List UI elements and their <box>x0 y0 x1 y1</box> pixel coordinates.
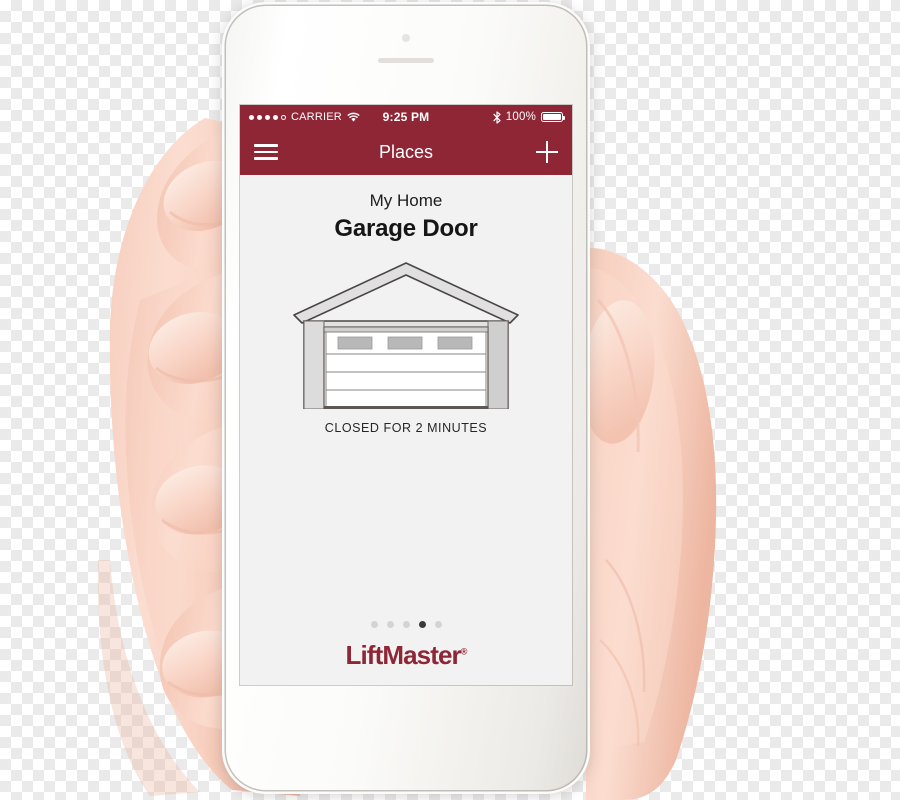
battery-percent-label: 100% <box>505 111 537 123</box>
phone-screen: CARRIER 9:25 PM 100% Places My Home Gara… <box>240 105 572 685</box>
liftmaster-logo: LiftMaster® <box>240 640 572 671</box>
door-status-text: CLOSED FOR 2 MINUTES <box>324 421 488 435</box>
battery-icon <box>541 112 566 122</box>
signal-strength-icon <box>249 114 286 120</box>
main-content: My Home Garage Door CLOSED FOR 2 MINUTES… <box>240 175 572 685</box>
plus-icon[interactable] <box>536 141 558 163</box>
page-title: Places <box>378 141 434 162</box>
page-indicator-dots[interactable] <box>240 621 572 628</box>
status-bar: CARRIER 9:25 PM 100% <box>240 105 572 129</box>
device-name: Garage Door <box>334 215 478 242</box>
clock: 9:25 PM <box>382 110 430 124</box>
bluetooth-icon <box>493 110 501 124</box>
registered-trademark-symbol: ® <box>460 646 468 657</box>
front-camera <box>402 34 410 42</box>
phone-device: CARRIER 9:25 PM 100% Places My Home Gara… <box>222 2 590 794</box>
screen-footer: LiftMaster® <box>240 621 572 685</box>
brand-name: LiftMaster <box>345 640 462 670</box>
place-name: My Home <box>369 191 443 210</box>
carrier-label: CARRIER <box>291 111 342 123</box>
garage-door-closed-illustration[interactable] <box>288 257 524 409</box>
nav-bar: Places <box>240 129 572 175</box>
earpiece-speaker <box>378 58 434 63</box>
wifi-icon <box>347 112 360 122</box>
hamburger-menu-icon[interactable] <box>254 144 278 160</box>
